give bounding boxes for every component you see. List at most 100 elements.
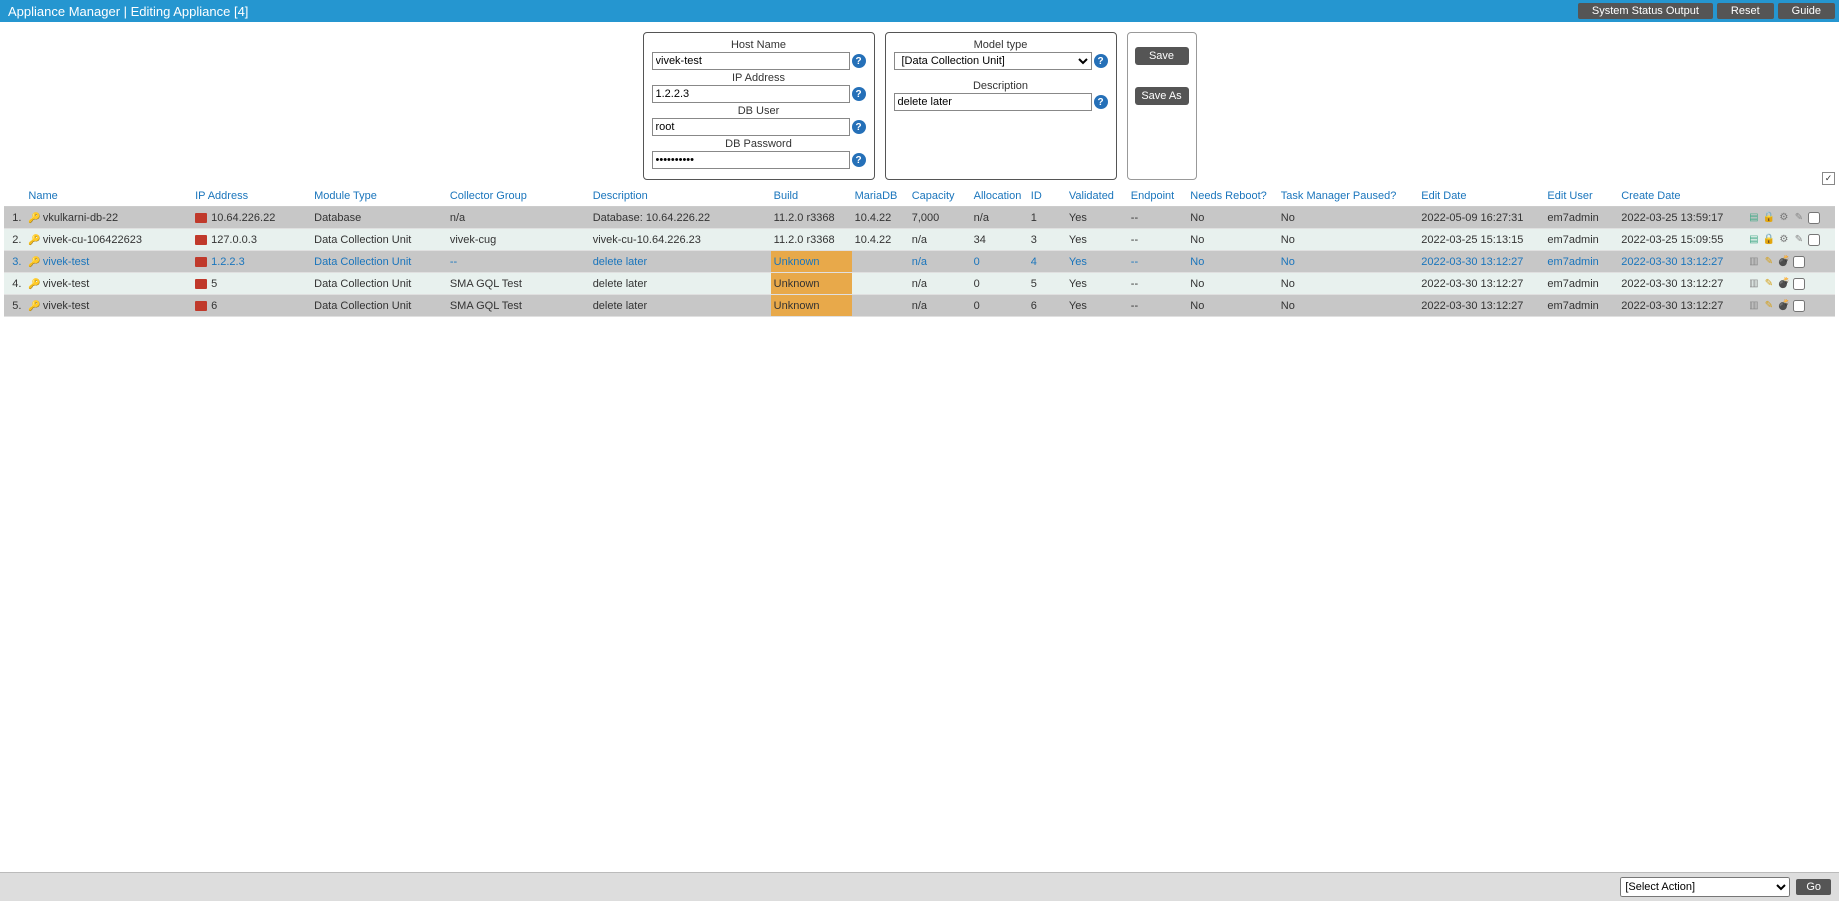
help-icon[interactable]: ? — [852, 120, 866, 134]
db-user-input[interactable] — [652, 118, 850, 136]
guide-button[interactable]: Guide — [1778, 3, 1835, 19]
pencil-icon[interactable]: ✎ — [1762, 255, 1775, 268]
page-icon[interactable]: ▤ — [1747, 233, 1760, 246]
col-build[interactable]: Build — [771, 186, 852, 207]
bulk-action-select[interactable]: [Select Action] — [1620, 877, 1790, 897]
cell-actions: ▥✎💣 — [1744, 273, 1835, 295]
col-endpoint[interactable]: Endpoint — [1128, 186, 1188, 207]
col-name[interactable]: Name — [25, 186, 192, 207]
row-checkbox[interactable] — [1792, 255, 1805, 268]
pencil-icon[interactable]: ✎ — [1762, 299, 1775, 312]
cell-desc: Database: 10.64.226.22 — [590, 207, 771, 229]
cell-ip[interactable]: 1.2.2.3 — [192, 251, 311, 273]
reset-button[interactable]: Reset — [1717, 3, 1774, 19]
cell-ip[interactable]: 10.64.226.22 — [192, 207, 311, 229]
row-checkbox[interactable] — [1792, 277, 1805, 290]
row-checkbox[interactable] — [1807, 211, 1820, 224]
col-mariadb[interactable]: MariaDB — [852, 186, 909, 207]
gear-icon[interactable]: ⚙ — [1777, 233, 1790, 246]
cell-ip[interactable]: 5 — [192, 273, 311, 295]
cell-actions: ▤🔒⚙✎ — [1744, 229, 1835, 251]
col-reboot[interactable]: Needs Reboot? — [1187, 186, 1277, 207]
form-panel-connection: Host Name ? IP Address ? DB User ? DB Pa… — [643, 32, 875, 180]
col-paused[interactable]: Task Manager Paused? — [1278, 186, 1418, 207]
db-password-input[interactable] — [652, 151, 850, 169]
cell-reboot: No — [1187, 295, 1277, 317]
row-checkbox[interactable] — [1807, 233, 1820, 246]
appliance-table-wrap: ✓ Name IP Address Module Type Collector … — [0, 186, 1839, 317]
wand-icon[interactable]: ✎ — [1792, 233, 1805, 246]
cell-paused: No — [1278, 229, 1418, 251]
help-icon[interactable]: ? — [1094, 54, 1108, 68]
cell-module: Data Collection Unit — [311, 295, 447, 317]
bomb-icon[interactable]: 💣 — [1777, 299, 1790, 312]
help-icon[interactable]: ? — [852, 87, 866, 101]
col-collector[interactable]: Collector Group — [447, 186, 590, 207]
cell-allocation: 0 — [971, 273, 1028, 295]
cell-desc: delete later — [590, 273, 771, 295]
bomb-icon[interactable]: 💣 — [1777, 277, 1790, 290]
doc-icon[interactable]: ▥ — [1747, 277, 1760, 290]
save-button[interactable]: Save — [1135, 47, 1189, 65]
table-row[interactable]: 3.🔑vivek-test1.2.2.3Data Collection Unit… — [4, 251, 1835, 273]
col-validated[interactable]: Validated — [1066, 186, 1128, 207]
ip-address-input[interactable] — [652, 85, 850, 103]
select-all-checkbox[interactable]: ✓ — [1822, 172, 1835, 185]
cell-validated: Yes — [1066, 207, 1128, 229]
cell-paused: No — [1278, 251, 1418, 273]
help-icon[interactable]: ? — [1094, 95, 1108, 109]
save-as-button[interactable]: Save As — [1135, 87, 1189, 105]
col-capacity[interactable]: Capacity — [909, 186, 971, 207]
cell-collector: vivek-cug — [447, 229, 590, 251]
col-edituser[interactable]: Edit User — [1544, 186, 1618, 207]
table-row[interactable]: 5.🔑vivek-test6Data Collection UnitSMA GQ… — [4, 295, 1835, 317]
col-editdate[interactable]: Edit Date — [1418, 186, 1544, 207]
db-user-label: DB User — [652, 105, 866, 117]
host-name-label: Host Name — [652, 39, 866, 51]
table-row[interactable]: 2.🔑vivek-cu-106422623127.0.0.3Data Colle… — [4, 229, 1835, 251]
cell-createdate: 2022-03-30 13:12:27 — [1618, 251, 1744, 273]
topbar: Appliance Manager | Editing Appliance [4… — [0, 0, 1839, 22]
cell-endpoint: -- — [1128, 295, 1188, 317]
table-row[interactable]: 4.🔑vivek-test5Data Collection UnitSMA GQ… — [4, 273, 1835, 295]
col-num — [4, 186, 25, 207]
go-button[interactable]: Go — [1796, 879, 1831, 895]
col-id[interactable]: ID — [1028, 186, 1066, 207]
pencil-icon[interactable]: ✎ — [1762, 277, 1775, 290]
cell-name[interactable]: 🔑vivek-test — [25, 273, 192, 295]
cell-endpoint: -- — [1128, 251, 1188, 273]
host-name-input[interactable] — [652, 52, 850, 70]
cell-ip[interactable]: 6 — [192, 295, 311, 317]
cell-name[interactable]: 🔑vivek-test — [25, 251, 192, 273]
col-module[interactable]: Module Type — [311, 186, 447, 207]
cell-edituser: em7admin — [1544, 229, 1618, 251]
col-ip[interactable]: IP Address — [192, 186, 311, 207]
wand-icon[interactable]: ✎ — [1792, 211, 1805, 224]
cell-editdate: 2022-03-25 15:13:15 — [1418, 229, 1544, 251]
cell-name[interactable]: 🔑vivek-test — [25, 295, 192, 317]
bomb-icon[interactable]: 💣 — [1777, 255, 1790, 268]
system-status-button[interactable]: System Status Output — [1578, 3, 1713, 19]
doc-icon[interactable]: ▥ — [1747, 255, 1760, 268]
cell-ip[interactable]: 127.0.0.3 — [192, 229, 311, 251]
col-desc[interactable]: Description — [590, 186, 771, 207]
model-type-select[interactable]: [Data Collection Unit] — [894, 52, 1092, 70]
col-allocation[interactable]: Allocation — [971, 186, 1028, 207]
row-checkbox[interactable] — [1792, 299, 1805, 312]
page-icon[interactable]: ▤ — [1747, 211, 1760, 224]
col-createdate[interactable]: Create Date — [1618, 186, 1744, 207]
page-title: Appliance Manager | Editing Appliance [4… — [4, 4, 248, 19]
gear-icon[interactable]: ⚙ — [1777, 211, 1790, 224]
cell-paused: No — [1278, 207, 1418, 229]
lock-icon[interactable]: 🔒 — [1762, 211, 1775, 224]
help-icon[interactable]: ? — [852, 54, 866, 68]
lock-icon[interactable]: 🔒 — [1762, 233, 1775, 246]
doc-icon[interactable]: ▥ — [1747, 299, 1760, 312]
cell-name[interactable]: 🔑vkulkarni-db-22 — [25, 207, 192, 229]
description-input[interactable] — [894, 93, 1092, 111]
cell-name[interactable]: 🔑vivek-cu-106422623 — [25, 229, 192, 251]
help-icon[interactable]: ? — [852, 153, 866, 167]
cell-edituser: em7admin — [1544, 295, 1618, 317]
table-row[interactable]: 1.🔑vkulkarni-db-2210.64.226.22Databasen/… — [4, 207, 1835, 229]
cell-id: 3 — [1028, 229, 1066, 251]
